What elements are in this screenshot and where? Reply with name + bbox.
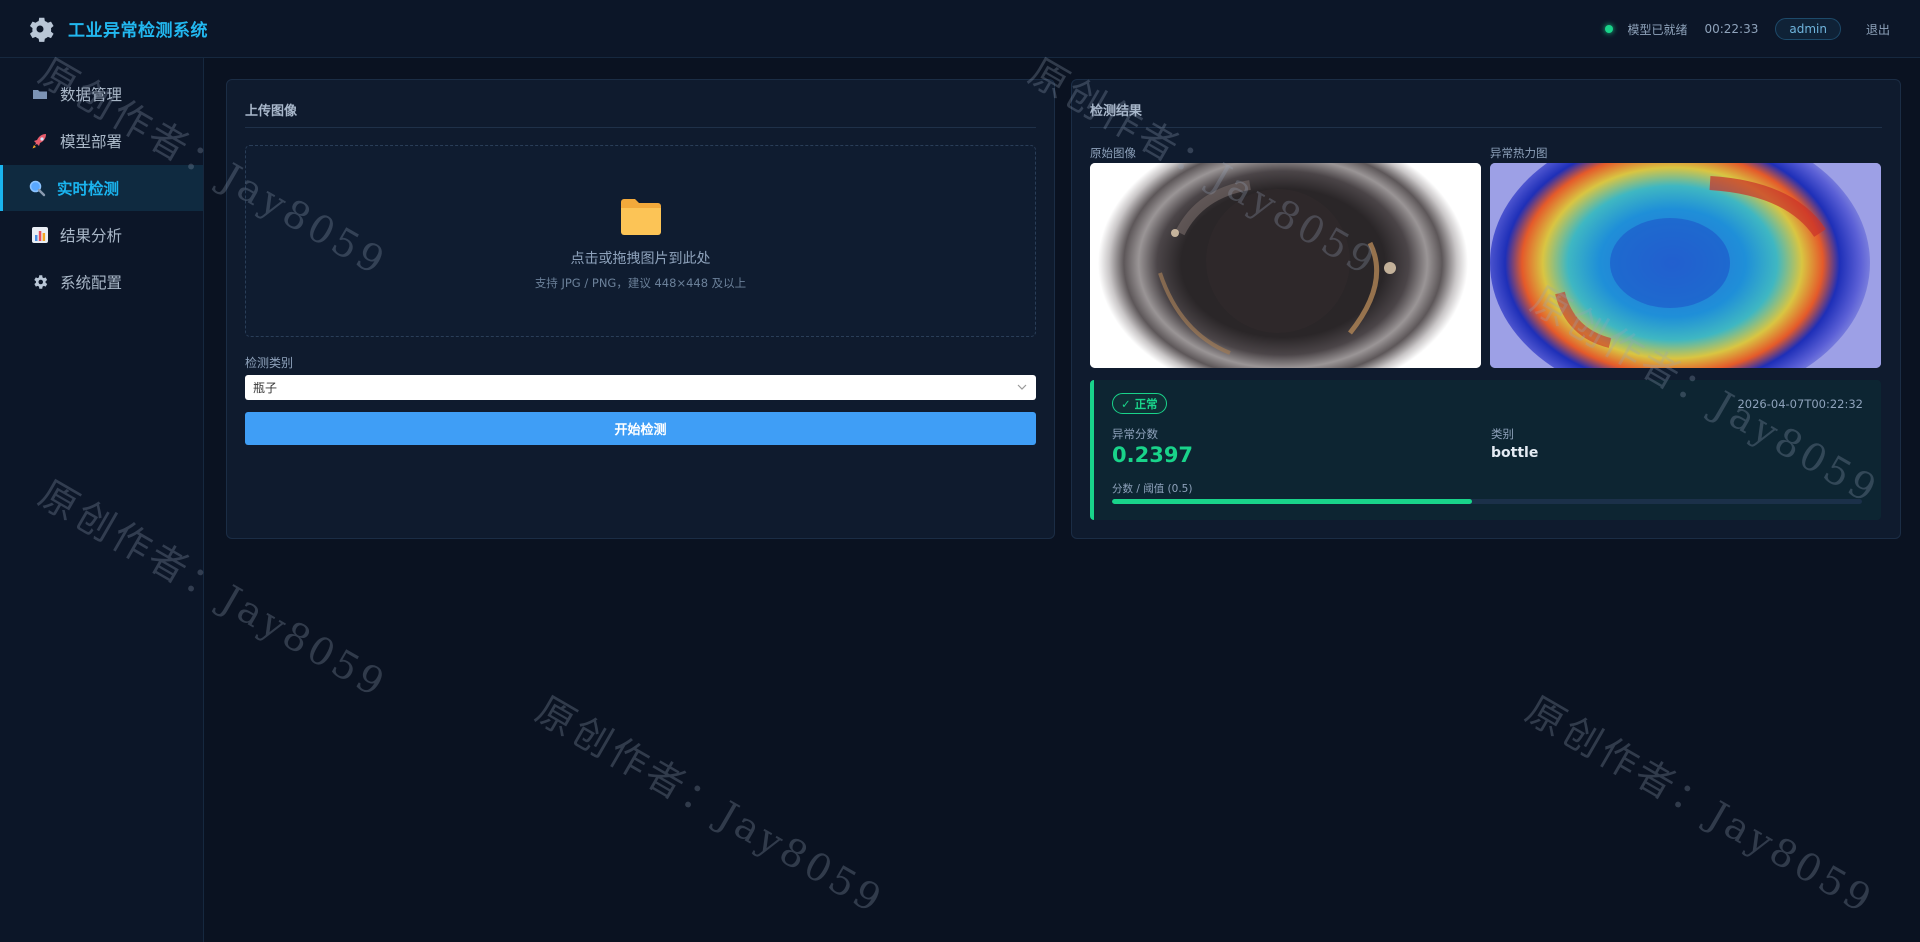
sidebar-item-label: 实时检测	[57, 180, 120, 198]
category-label: 检测类别	[245, 356, 294, 370]
image-dropzone[interactable]: 点击或拖拽图片到此处 支持 JPG / PNG，建议 448×448 及以上	[245, 145, 1036, 337]
category-selected-value: 瓶子	[253, 381, 278, 395]
logout-button[interactable]: 退出	[1866, 21, 1890, 38]
gear-icon	[29, 17, 54, 42]
heatmap-label: 异常热力图	[1490, 146, 1548, 160]
watermark: 原创作者：Jay8059	[528, 687, 892, 923]
sidebar-item-system-config[interactable]: 系统配置	[0, 259, 203, 305]
dropzone-hint-text: 支持 JPG / PNG，建议 448×448 及以上	[534, 276, 747, 290]
score-progress-fill	[1112, 499, 1472, 504]
rocket-icon	[30, 132, 50, 150]
folder-icon	[30, 85, 50, 103]
bar-chart-icon	[30, 226, 50, 244]
sidebar-item-result-analysis[interactable]: 结果分析	[0, 212, 203, 258]
original-image-label: 原始图像	[1090, 146, 1136, 160]
result-category-label: 类别	[1491, 427, 1514, 441]
folder-icon	[620, 199, 661, 235]
app-title: 工业异常检测系统	[68, 21, 208, 41]
clock: 00:22:33	[1704, 22, 1759, 36]
sidebar-item-label: 数据管理	[60, 86, 123, 104]
result-category-value: bottle	[1491, 445, 1539, 461]
upload-panel-title: 上传图像	[245, 100, 1036, 128]
result-timestamp: 2026-04-07T00:22:32	[1737, 397, 1863, 411]
gear-icon	[30, 273, 50, 291]
watermark: 原创作者：Jay8059	[1518, 687, 1882, 923]
dropzone-main-text: 点击或拖拽图片到此处	[570, 251, 711, 267]
sidebar: 数据管理 模型部署 实时检测 结果分析 系统配置	[0, 58, 204, 942]
status-dot-icon	[1605, 25, 1614, 33]
sidebar-item-label: 系统配置	[60, 274, 123, 292]
magnifier-icon	[27, 179, 47, 197]
sidebar-item-data-management[interactable]: 数据管理	[0, 71, 203, 117]
start-detection-button[interactable]: 开始检测	[245, 412, 1036, 445]
original-image	[1090, 163, 1481, 368]
result-card: ✓ 正常 2026-04-07T00:22:32 异常分数 0.2397 类别 …	[1090, 380, 1881, 520]
sidebar-item-realtime-detection[interactable]: 实时检测	[0, 165, 203, 211]
chevron-down-icon	[1017, 384, 1027, 390]
status-badge: ✓ 正常	[1112, 393, 1167, 414]
user-badge[interactable]: admin	[1775, 18, 1841, 40]
upload-panel: 上传图像 点击或拖拽图片到此处 支持 JPG / PNG，建议 448×448 …	[226, 79, 1055, 539]
top-header: 工业异常检测系统 模型已就绪 00:22:33 admin 退出	[0, 0, 1920, 58]
anomaly-score-value: 0.2397	[1112, 443, 1194, 467]
sidebar-item-label: 结果分析	[60, 227, 123, 245]
sidebar-item-model-deploy[interactable]: 模型部署	[0, 118, 203, 164]
brand: 工业异常检测系统	[26, 15, 208, 43]
result-panel: 检测结果 原始图像 异常热力图 ✓ 正常 2026-04-07T00:22:32…	[1071, 79, 1901, 539]
model-status-text: 模型已就绪	[1627, 22, 1688, 37]
anomaly-score-label: 异常分数	[1112, 427, 1158, 441]
header-status-area: 模型已就绪 00:22:33 admin 退出	[1605, 0, 1890, 58]
sidebar-item-label: 模型部署	[60, 133, 123, 151]
result-panel-title: 检测结果	[1090, 100, 1882, 128]
score-progress-bar	[1112, 499, 1862, 504]
category-select[interactable]: 瓶子	[245, 375, 1036, 400]
score-threshold-label: 分数 / 阈值 (0.5)	[1112, 483, 1193, 495]
anomaly-heatmap-image	[1490, 163, 1881, 368]
